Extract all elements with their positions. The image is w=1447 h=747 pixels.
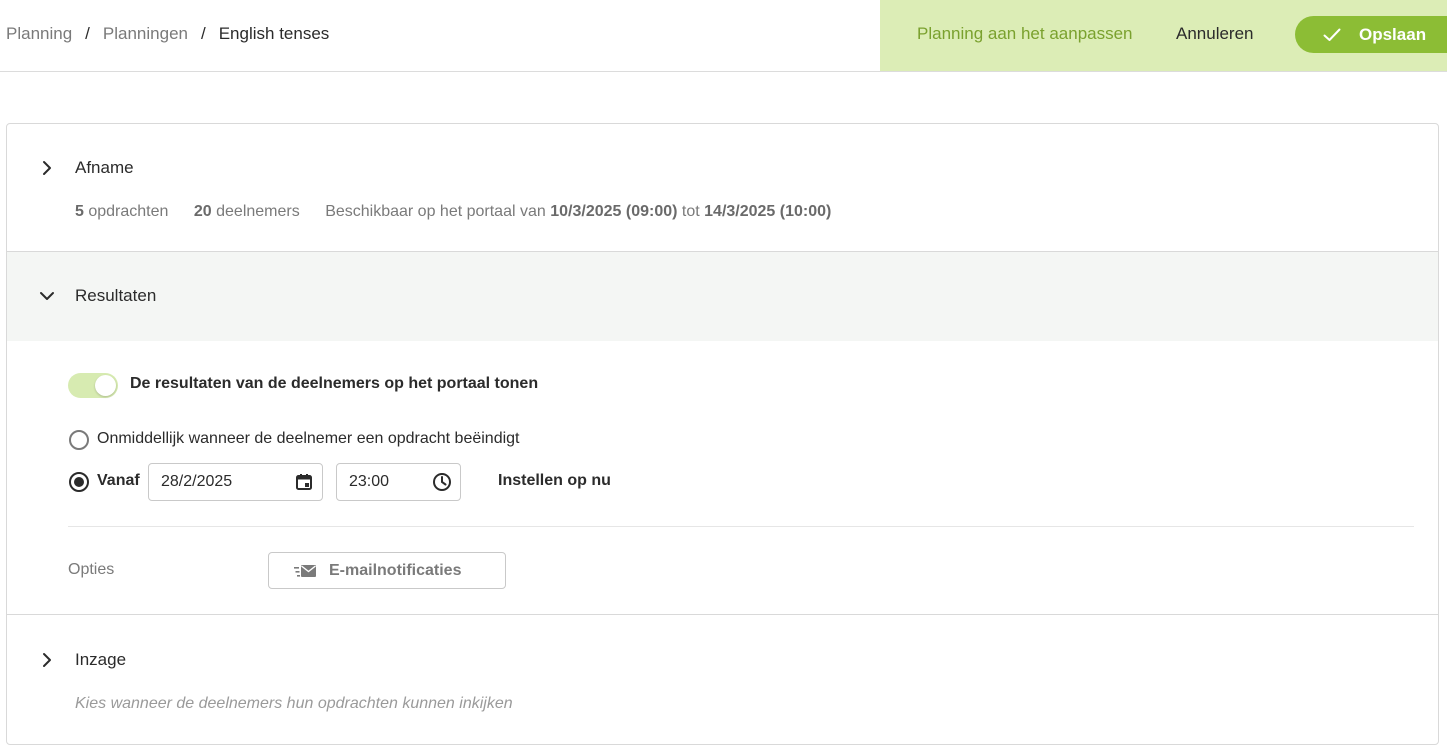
section-afname: Afname 5 opdrachten 20 deelnemers Beschi… xyxy=(7,124,1438,252)
section-title-afname[interactable]: Afname xyxy=(75,158,134,178)
radio-from-label[interactable]: Vanaf xyxy=(97,472,140,490)
assignments-count: 5 xyxy=(75,203,84,220)
breadcrumb-item-planning[interactable]: Planning xyxy=(6,24,72,44)
inzage-description: Kies wanneer de deelnemers hun opdrachte… xyxy=(75,695,513,712)
options-label: Opties xyxy=(68,561,115,578)
checkmark-icon xyxy=(1323,28,1341,42)
section-inzage: Inzage Kies wanneer de deelnemers hun op… xyxy=(7,615,1438,744)
email-send-icon xyxy=(293,563,317,579)
email-notifications-button[interactable]: E-mailnotificaties xyxy=(268,552,506,589)
edit-mode-bar: Planning aan het aanpassen Annuleren Ops… xyxy=(880,0,1447,71)
assignments-label: opdrachten xyxy=(88,203,169,220)
chevron-right-icon[interactable] xyxy=(37,158,57,178)
chevron-right-icon[interactable] xyxy=(37,650,57,670)
radio-from[interactable] xyxy=(69,472,89,492)
show-results-toggle[interactable] xyxy=(68,373,118,398)
planning-card: Afname 5 opdrachten 20 deelnemers Beschi… xyxy=(6,123,1439,745)
participants-label: deelnemers xyxy=(216,203,300,220)
calendar-icon[interactable] xyxy=(294,472,314,492)
section-header-resultaten[interactable]: Resultaten xyxy=(7,252,1438,341)
radio-immediate[interactable] xyxy=(69,430,89,450)
section-title-resultaten[interactable]: Resultaten xyxy=(75,286,156,306)
toggle-knob xyxy=(95,375,116,396)
radio-immediate-label[interactable]: Onmiddellijk wanneer de deelnemer een op… xyxy=(97,430,520,448)
breadcrumb-item-planningen[interactable]: Planningen xyxy=(103,24,188,44)
chevron-down-icon[interactable] xyxy=(37,286,57,306)
save-button[interactable]: Opslaan xyxy=(1295,16,1447,53)
edit-status-text: Planning aan het aanpassen xyxy=(917,24,1133,43)
breadcrumb: Planning / Planningen / English tenses xyxy=(6,24,329,44)
section-title-inzage[interactable]: Inzage xyxy=(75,650,126,670)
participants-count: 20 xyxy=(193,203,212,220)
clock-icon[interactable] xyxy=(432,472,452,492)
top-bar: Planning / Planningen / English tenses P… xyxy=(0,0,1447,72)
availability-start: 10/3/2025 (09:00) xyxy=(550,203,678,220)
time-value: 23:00 xyxy=(349,473,390,490)
set-to-now-link[interactable]: Instellen op nu xyxy=(498,472,611,490)
date-value: 28/2/2025 xyxy=(161,473,233,490)
date-input[interactable]: 28/2/2025 xyxy=(148,463,323,501)
time-input[interactable]: 23:00 xyxy=(336,463,461,501)
save-button-label: Opslaan xyxy=(1359,24,1427,44)
availability-end: 14/3/2025 (10:00) xyxy=(704,203,832,220)
cancel-button[interactable]: Annuleren xyxy=(1170,18,1260,50)
email-notifications-label: E-mailnotificaties xyxy=(329,561,462,579)
availability-prefix: Beschikbaar op het portaal van xyxy=(325,203,546,220)
breadcrumb-separator: / xyxy=(200,24,206,43)
breadcrumb-item-current: English tenses xyxy=(218,24,330,43)
availability-joiner: tot xyxy=(681,203,700,220)
divider xyxy=(68,526,1414,527)
breadcrumb-separator: / xyxy=(85,24,90,43)
show-results-label: De resultaten van de deelnemers op het p… xyxy=(130,375,539,392)
afname-summary: 5 opdrachten 20 deelnemers Beschikbaar o… xyxy=(75,203,831,221)
